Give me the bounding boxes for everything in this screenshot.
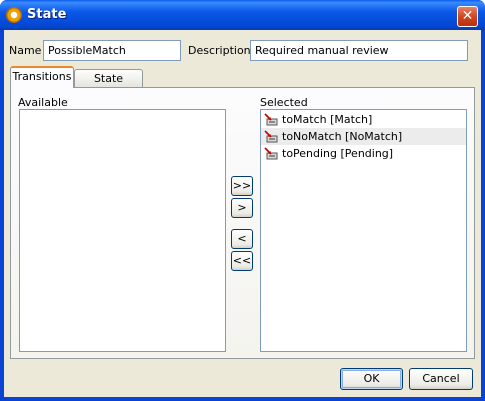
cancel-button[interactable]: Cancel [409, 368, 473, 390]
list-item[interactable]: toPending [Pending] [261, 145, 466, 162]
list-item[interactable]: toNoMatch [NoMatch] [261, 128, 466, 145]
add-all-button[interactable]: >> [231, 176, 253, 196]
description-label: Description [188, 44, 251, 57]
close-icon: ✕ [461, 8, 474, 24]
description-field[interactable]: Required manual review [250, 40, 468, 61]
title-bar[interactable]: State ✕ [0, 0, 485, 30]
available-list[interactable] [19, 109, 226, 352]
remove-all-button[interactable]: << [231, 251, 253, 271]
dialog-body: Name PossibleMatch Description Required … [4, 30, 481, 397]
name-label: Name [9, 44, 42, 57]
list-item[interactable]: toMatch [Match] [261, 111, 466, 128]
transition-label: toMatch [Match] [282, 113, 373, 126]
transition-icon [264, 147, 278, 160]
transition-label: toNoMatch [NoMatch] [282, 130, 403, 143]
selected-list[interactable]: toMatch [Match] toNoMatch [NoMatch] toPe… [260, 109, 467, 352]
name-field[interactable]: PossibleMatch [43, 40, 181, 61]
transition-icon [264, 130, 278, 143]
available-label: Available [18, 96, 68, 109]
tab-transitions[interactable]: Transitions [10, 66, 74, 88]
transition-label: toPending [Pending] [282, 147, 394, 160]
transitions-panel: Available >> > < << Selected toMatch [Ma… [10, 87, 475, 359]
ok-button[interactable]: OK [340, 368, 403, 390]
transition-icon [264, 113, 278, 126]
close-button[interactable]: ✕ [457, 6, 478, 27]
tab-state-expiry[interactable]: State Expiry [74, 69, 143, 102]
window-title: State [27, 7, 67, 22]
remove-button[interactable]: < [231, 229, 253, 249]
state-icon [6, 7, 22, 23]
add-button[interactable]: > [231, 198, 253, 218]
state-dialog: State ✕ Name PossibleMatch Description R… [0, 0, 485, 401]
selected-label: Selected [260, 96, 308, 109]
